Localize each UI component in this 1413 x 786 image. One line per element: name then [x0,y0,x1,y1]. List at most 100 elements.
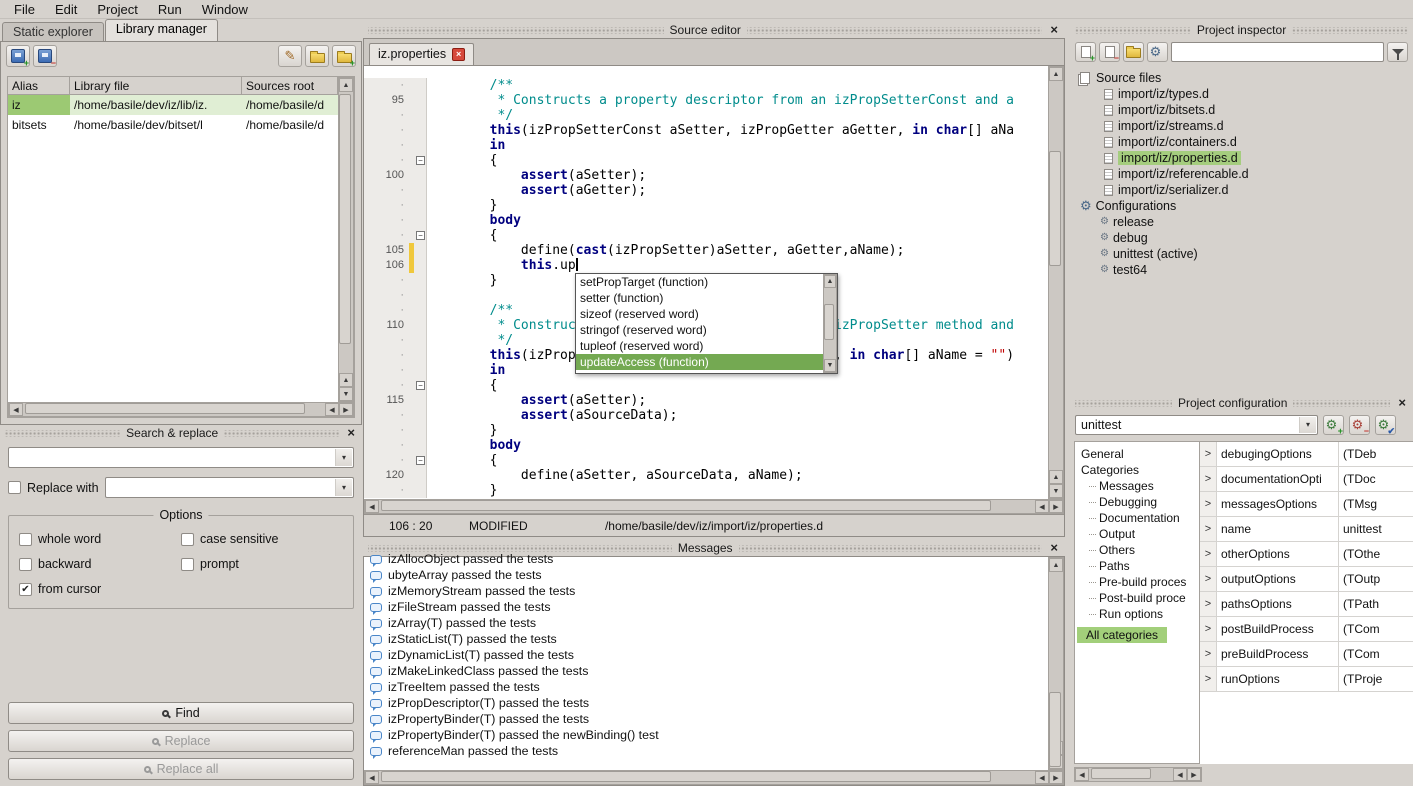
replace-input[interactable]: ▾ [105,477,354,498]
scroll-left-icon[interactable]: ◀ [1173,768,1187,781]
scroll-down-icon[interactable]: ▼ [339,387,353,401]
message-item[interactable]: izPropDescriptor(T) passed the tests [370,695,1048,711]
add-file-button[interactable]: + [1075,42,1096,62]
tree-item-file[interactable]: import/iz/serializer.d [1076,182,1413,198]
scrollbar-thumb[interactable] [1049,151,1061,266]
checkbox-icon[interactable] [19,558,32,571]
tab-library-manager[interactable]: Library manager [105,19,218,41]
message-item[interactable]: izDynamicList(T) passed the tests [370,647,1048,663]
code-line[interactable]: · /** [364,78,1048,93]
scroll-left-icon[interactable]: ◀ [1075,768,1089,781]
menu-project[interactable]: Project [87,1,147,18]
category-item[interactable]: Paths [1075,558,1199,574]
fold-collapse-icon[interactable]: − [416,381,425,390]
expand-icon[interactable]: > [1200,592,1217,616]
completion-item[interactable]: stringof (reserved word) [576,322,823,338]
category-item[interactable]: Debugging [1075,494,1199,510]
code-line[interactable]: 120 define(aSetter, aSourceData, aName); [364,468,1048,483]
project-options-button[interactable]: ⚙ [1147,42,1168,62]
menu-edit[interactable]: Edit [45,1,87,18]
scroll-up-icon[interactable]: ▲ [824,275,836,288]
scrollbar-thumb[interactable] [339,94,351,344]
scroll-up-icon[interactable]: ▲ [339,78,353,92]
completion-scrollbar[interactable]: ▲ ▼ [823,274,837,373]
message-item[interactable]: izPropertyBinder(T) passed the newBindin… [370,727,1048,743]
tree-item-configuration[interactable]: ⚙unittest (active) [1076,246,1413,262]
scrollbar-thumb[interactable] [381,771,991,782]
configuration-select[interactable]: unittest ▾ [1075,415,1318,435]
category-item[interactable]: Run options [1075,606,1199,622]
property-row[interactable]: >postBuildProcess(TCom [1200,617,1413,642]
category-item[interactable]: Categories [1075,462,1199,478]
message-item[interactable]: izAllocObject passed the tests [370,551,1048,567]
category-item[interactable]: General [1075,446,1199,462]
code-line[interactable]: 115 assert(aSetter); [364,393,1048,408]
fold-collapse-icon[interactable]: − [416,156,425,165]
property-value[interactable]: unittest [1339,517,1413,541]
code-line[interactable]: · assert(aGetter); [364,183,1048,198]
option-case-sensitive[interactable]: case sensitive [181,532,343,546]
tab-iz-properties[interactable]: iz.properties × [369,43,474,65]
checkbox-icon[interactable] [181,533,194,546]
close-icon[interactable]: × [1396,397,1408,409]
tree-item-file[interactable]: import/iz/streams.d [1076,118,1413,134]
property-row[interactable]: >runOptions(TProje [1200,667,1413,692]
menu-run[interactable]: Run [148,1,192,18]
code-line[interactable]: · } [364,483,1048,498]
chevron-down-icon[interactable]: ▾ [335,449,352,466]
message-item[interactable]: izMemoryStream passed the tests [370,583,1048,599]
filter-button[interactable] [1387,42,1408,62]
message-item[interactable]: ubyteArray passed the tests [370,567,1048,583]
checkbox-icon[interactable]: ✔ [19,583,32,596]
tree-item-configuration[interactable]: ⚙release [1076,214,1413,230]
property-row[interactable]: >documentationOpti(TDoc [1200,467,1413,492]
open-folder-button[interactable] [305,45,329,67]
property-value[interactable]: (TMsg [1339,492,1413,516]
scrollbar-thumb[interactable] [824,304,834,340]
table-row[interactable]: bitsets/home/basile/dev/bitset/l/home/ba… [8,115,338,135]
all-categories-item[interactable]: All categories [1077,627,1167,643]
expand-icon[interactable]: > [1200,467,1217,491]
add-configuration-button[interactable]: ⚙+ [1323,415,1344,435]
chevron-down-icon[interactable]: ▾ [1299,417,1316,433]
scroll-left-icon[interactable]: ◀ [365,771,379,784]
property-value[interactable]: (TOthe [1339,542,1413,566]
property-value[interactable]: (TCom [1339,642,1413,666]
message-item[interactable]: izArray(T) passed the tests [370,615,1048,631]
editor-horizontal-scrollbar[interactable]: ◀ ◀ ▶ [364,499,1064,514]
add-library-button[interactable]: + [6,45,30,67]
tree-item-file[interactable]: import/iz/properties.d [1076,150,1413,166]
fold-collapse-icon[interactable]: − [416,231,425,240]
replace-with-checkbox[interactable] [8,481,21,494]
code-line[interactable]: ·− { [364,453,1048,468]
completion-item[interactable]: sizeof (reserved word) [576,306,823,322]
code-line[interactable]: · assert(aSourceData); [364,408,1048,423]
code-line[interactable]: ·− { [364,378,1048,393]
option-prompt[interactable]: prompt [181,557,343,571]
checkbox-icon[interactable] [181,558,194,571]
scroll-up-icon[interactable]: ▲ [1049,558,1063,572]
option-whole-word[interactable]: whole word [19,532,181,546]
replace-all-button[interactable]: Replace all [8,758,354,780]
tree-item-file[interactable]: import/iz/bitsets.d [1076,102,1413,118]
expand-icon[interactable]: > [1200,617,1217,641]
scrollbar-thumb[interactable] [1091,768,1151,779]
messages-horizontal-scrollbar[interactable]: ◀ ◀ ▶ [364,770,1064,785]
code-line[interactable]: · body [364,438,1048,453]
code-line[interactable]: · in [364,138,1048,153]
scrollbar-thumb[interactable] [1049,692,1061,767]
message-item[interactable]: izFileStream passed the tests [370,599,1048,615]
remove-configuration-button[interactable]: ⚙− [1349,415,1370,435]
checkbox-icon[interactable] [19,533,32,546]
expand-icon[interactable]: > [1200,667,1217,691]
scroll-up-icon[interactable]: ▲ [1049,67,1063,81]
column-header[interactable]: Sources root [242,77,338,95]
category-item[interactable]: Others [1075,542,1199,558]
scrollbar-thumb[interactable] [25,403,305,414]
property-row[interactable]: >preBuildProcess(TCom [1200,642,1413,667]
close-icon[interactable]: × [1048,24,1060,36]
expand-icon[interactable]: > [1200,517,1217,541]
add-folder-button[interactable]: + [332,45,356,67]
property-row[interactable]: >nameunittest [1200,517,1413,542]
message-item[interactable]: referenceMan passed the tests [370,743,1048,759]
